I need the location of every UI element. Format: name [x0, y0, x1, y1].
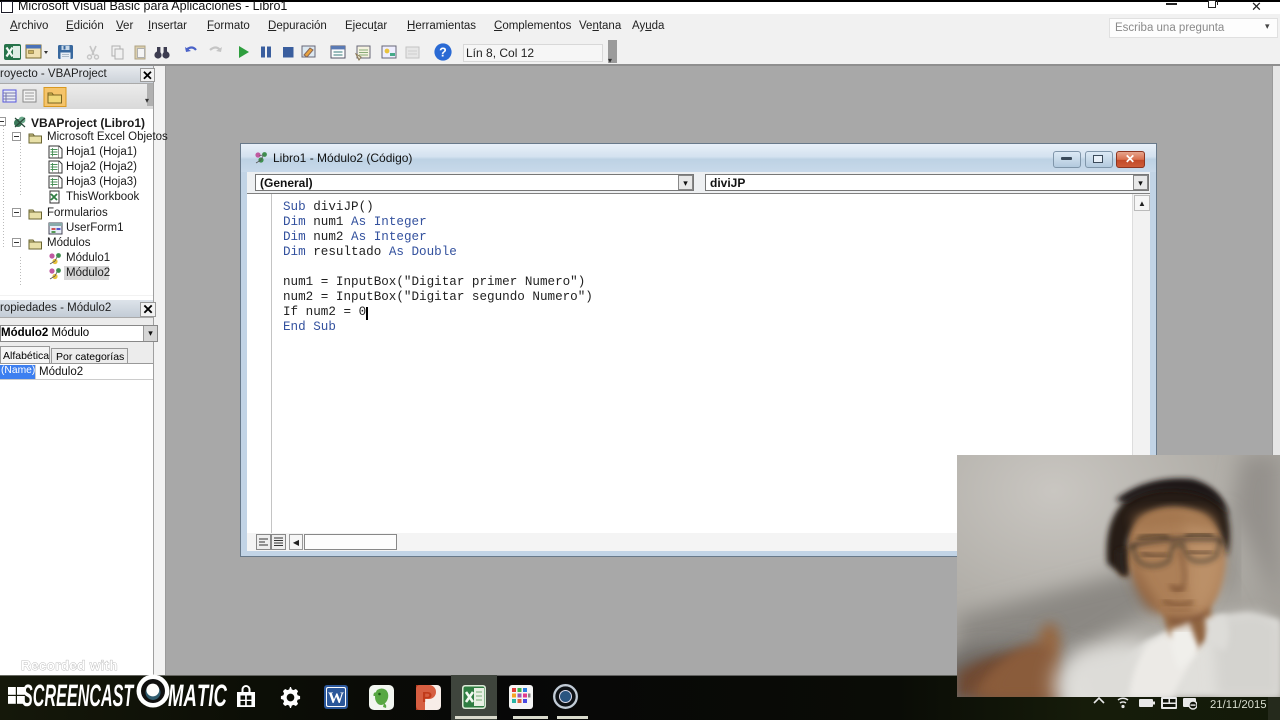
- svg-text:W: W: [328, 690, 344, 707]
- svg-text:P: P: [422, 689, 432, 706]
- svg-text:?: ?: [439, 45, 447, 59]
